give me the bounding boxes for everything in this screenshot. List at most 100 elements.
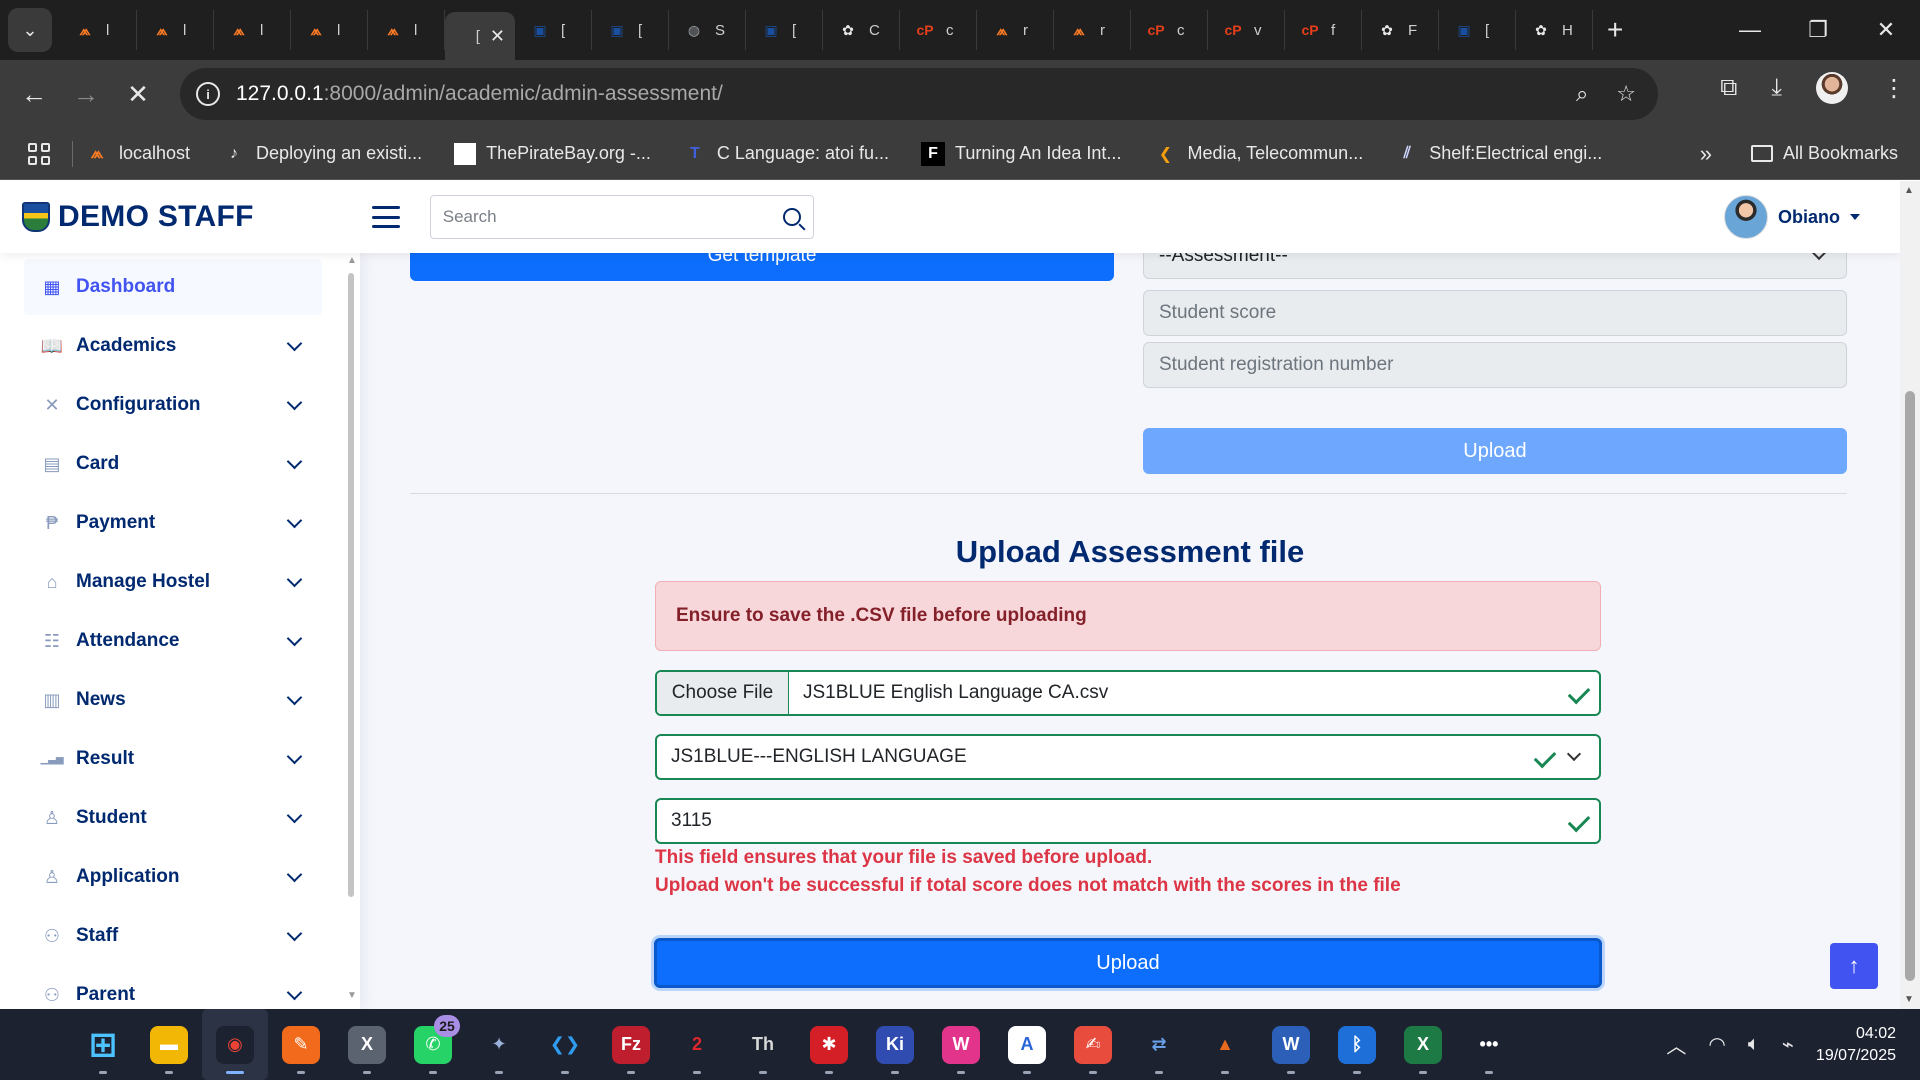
bookmark-item[interactable]: ThePirateBay.org -...: [454, 142, 651, 165]
browser-tab[interactable]: [✕: [445, 12, 515, 60]
taskbar-app[interactable]: ✍: [1060, 1009, 1126, 1080]
bookmark-item[interactable]: ❮ Media, Telecommun...: [1153, 142, 1363, 166]
taskbar-app[interactable]: •••: [1456, 1009, 1522, 1080]
caret-down-icon[interactable]: [1850, 214, 1860, 220]
user-dropdown[interactable]: Obiano: [1724, 195, 1860, 239]
browser-tab[interactable]: ⩕ l: [60, 10, 137, 50]
taskbar-app[interactable]: W: [1258, 1009, 1324, 1080]
omnibox[interactable]: i 127.0.0.1:8000/admin/academic/admin-as…: [180, 68, 1658, 120]
apps-grid-icon[interactable]: [28, 142, 50, 165]
forward-arrow-icon[interactable]: →: [60, 79, 112, 110]
bookmark-item[interactable]: ♪ Deploying an existi...: [222, 142, 422, 166]
system-clock[interactable]: 04:02 19/07/2025: [1816, 1023, 1896, 1067]
browser-tab[interactable]: cP f: [1285, 10, 1362, 50]
file-input[interactable]: Choose File JS1BLUE English Language CA.…: [655, 670, 1601, 716]
subject-select[interactable]: JS1BLUE---ENGLISH LANGUAGE: [655, 734, 1601, 780]
user-avatar[interactable]: [1724, 195, 1768, 239]
taskbar-app[interactable]: ⊞: [70, 1009, 136, 1080]
back-to-top-button[interactable]: ↑: [1830, 943, 1878, 989]
close-window-icon[interactable]: ✕: [1852, 17, 1920, 43]
browser-tab[interactable]: ⩕ l: [214, 10, 291, 50]
battery-charging-icon[interactable]: ⌁: [1782, 1032, 1794, 1057]
browser-tab[interactable]: ▣[: [592, 10, 669, 50]
taskbar-app[interactable]: Fz: [598, 1009, 664, 1080]
all-bookmarks-button[interactable]: All Bookmarks: [1750, 143, 1898, 164]
taskbar-app[interactable]: ❮❯: [532, 1009, 598, 1080]
taskbar-app[interactable]: Ki: [862, 1009, 928, 1080]
chevron-up-icon[interactable]: ︿: [1666, 1030, 1686, 1059]
bookmark-item[interactable]: F Turning An Idea Int...: [921, 141, 1121, 166]
sidebar-item-application[interactable]: ♙ Application: [24, 849, 322, 905]
sidebar-item-result[interactable]: ▁▃▅ Result: [24, 731, 322, 787]
browser-tab[interactable]: ◍ S: [669, 10, 746, 50]
volume-icon[interactable]: 🔈︎: [1748, 1033, 1760, 1056]
stop-loading-icon[interactable]: ✕: [112, 79, 164, 110]
browser-tab[interactable]: ⩕ r: [1054, 10, 1131, 50]
student-score-input[interactable]: Student score: [1143, 290, 1847, 336]
extensions-icon[interactable]: ⧉: [1720, 74, 1737, 102]
choose-file-button[interactable]: Choose File: [657, 672, 789, 714]
taskbar-app[interactable]: ✆ 25: [400, 1009, 466, 1080]
bookmark-item[interactable]: ⫽ Shelf:Electrical engi...: [1395, 142, 1603, 166]
total-score-input[interactable]: 3115: [655, 798, 1601, 844]
sidebar-item-student[interactable]: ♙ Student: [24, 790, 322, 846]
more-bookmarks-icon[interactable]: »: [1700, 141, 1712, 167]
upload-score-button[interactable]: Upload: [1143, 428, 1847, 474]
taskbar-app[interactable]: ▬: [136, 1009, 202, 1080]
minimize-icon[interactable]: —: [1716, 17, 1784, 43]
sidebar-item-news[interactable]: ▥ News: [24, 672, 322, 728]
browser-tab[interactable]: cP c: [900, 10, 977, 50]
browser-tab[interactable]: cP v: [1208, 10, 1285, 50]
brand-title[interactable]: DEMO STAFF: [58, 200, 254, 234]
search-input[interactable]: [442, 207, 783, 227]
site-info-icon[interactable]: i: [196, 82, 220, 106]
zoom-icon[interactable]: ⌕: [1576, 81, 1588, 107]
bookmark-item[interactable]: ⩕ localhost: [85, 142, 190, 166]
browser-tab[interactable]: ⩕ l: [291, 10, 368, 50]
page-scroll-thumb[interactable]: [1905, 391, 1915, 981]
browser-tab[interactable]: ✿ H: [1516, 10, 1593, 50]
sidebar-item-attendance[interactable]: ☷ Attendance: [24, 613, 322, 669]
taskbar-app[interactable]: W: [928, 1009, 994, 1080]
bookmark-star-icon[interactable]: ☆: [1616, 81, 1636, 107]
new-tab-button[interactable]: +: [1607, 14, 1623, 46]
download-icon[interactable]: ⤓: [1771, 74, 1782, 102]
kebab-menu-icon[interactable]: ⋮: [1882, 74, 1906, 103]
back-arrow-icon[interactable]: ←: [8, 79, 60, 110]
taskbar-app[interactable]: A: [994, 1009, 1060, 1080]
restore-icon[interactable]: ❐: [1784, 17, 1852, 43]
url-text[interactable]: 127.0.0.1:8000/admin/academic/admin-asse…: [236, 82, 723, 106]
browser-tab[interactable]: ▣[: [746, 10, 823, 50]
sidebar-item-configuration[interactable]: ✕ Configuration: [24, 377, 322, 433]
sidebar-scrollbar[interactable]: ▲ ▼: [347, 255, 357, 1001]
taskbar-app[interactable]: X: [334, 1009, 400, 1080]
sidebar-item-manage-hostel[interactable]: ⌂ Manage Hostel: [24, 554, 322, 610]
upload-file-button[interactable]: Upload: [654, 938, 1602, 988]
page-scrollbar[interactable]: ▲ ▼: [1900, 181, 1920, 1009]
sidebar-item-academics[interactable]: 📖 Academics: [24, 318, 322, 374]
sidebar-item-card[interactable]: ▤ Card: [24, 436, 322, 492]
student-registration-input[interactable]: Student registration number: [1143, 342, 1847, 388]
browser-tab[interactable]: ▣[: [1439, 10, 1516, 50]
search-icon[interactable]: [782, 208, 801, 226]
sidebar-item-staff[interactable]: ⚇ Staff: [24, 908, 322, 964]
taskbar-app[interactable]: ◉: [202, 1009, 268, 1080]
browser-tab[interactable]: ⩕ l: [137, 10, 214, 50]
bookmark-item[interactable]: T C Language: atoi fu...: [683, 142, 889, 166]
taskbar-app[interactable]: 2: [664, 1009, 730, 1080]
taskbar-app[interactable]: ✎: [268, 1009, 334, 1080]
hamburger-menu-icon[interactable]: [371, 206, 400, 228]
scroll-down-arrow-icon[interactable]: ▼: [1904, 994, 1914, 1005]
browser-tab[interactable]: ✿ F: [1362, 10, 1439, 50]
sidebar-scroll-thumb[interactable]: [348, 273, 354, 897]
browser-tab[interactable]: ✿ C: [823, 10, 900, 50]
taskbar-app[interactable]: ✦: [466, 1009, 532, 1080]
taskbar-app[interactable]: ᛒ: [1324, 1009, 1390, 1080]
taskbar-app[interactable]: ⇄: [1126, 1009, 1192, 1080]
sidebar-item-parent[interactable]: ⚇ Parent: [24, 967, 322, 1009]
taskbar-app[interactable]: Th: [730, 1009, 796, 1080]
sidebar-item-payment[interactable]: ₱ Payment: [24, 495, 322, 551]
user-name[interactable]: Obiano: [1778, 207, 1840, 228]
taskbar-app[interactable]: ▲: [1192, 1009, 1258, 1080]
taskbar-app[interactable]: X: [1390, 1009, 1456, 1080]
